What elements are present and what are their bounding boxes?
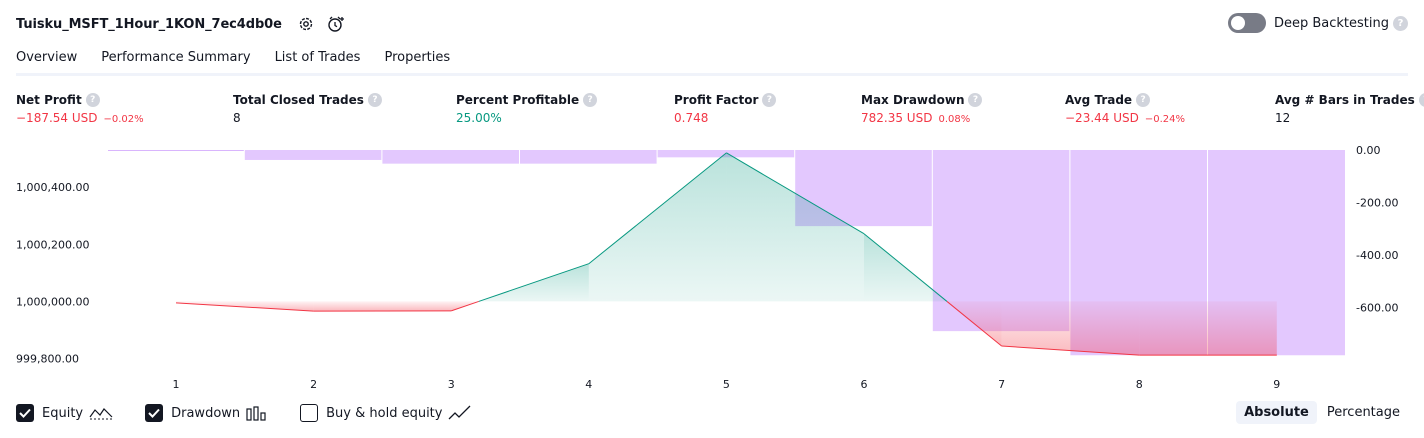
right-axis-tick-label: -600.00 — [1356, 302, 1398, 315]
metric-label: Avg # Bars in Trades — [1275, 93, 1415, 107]
info-icon[interactable]: ? — [1418, 93, 1424, 107]
buy-hold-line-icon — [448, 405, 472, 421]
drawdown-bar — [108, 150, 244, 151]
tab-overview[interactable]: Overview — [16, 46, 78, 76]
left-axis-tick-label: 1,000,200.00 — [16, 238, 89, 251]
x-axis-tick-label: 2 — [310, 378, 317, 391]
legend-equity[interactable]: Equity — [16, 404, 113, 422]
left-axis-tick-label: 1,000,000.00 — [16, 295, 89, 308]
x-axis-tick-label: 7 — [998, 378, 1005, 391]
left-axis-tick-label: 999,800.00 — [16, 353, 79, 366]
add-alert-clock-icon[interactable] — [326, 14, 346, 34]
right-axis-tick-label: -200.00 — [1356, 197, 1398, 210]
right-axis-tick-label: 0.00 — [1356, 144, 1381, 157]
value-mode-switch: Absolute Percentage — [1234, 401, 1408, 424]
metric-label: Max Drawdown — [861, 93, 965, 107]
x-axis-tick-label: 9 — [1273, 378, 1280, 391]
info-icon[interactable]: ? — [367, 93, 382, 107]
absolute-button[interactable]: Absolute — [1236, 401, 1317, 424]
metric-label: Total Closed Trades — [233, 93, 364, 107]
drawdown-checkbox[interactable] — [145, 404, 164, 422]
metric-value: 0.748 — [674, 111, 709, 125]
right-axis: 0.00 -200.00 -400.00 -600.00 — [1356, 144, 1398, 315]
x-axis: 1 2 3 4 5 6 7 8 9 — [173, 378, 1281, 391]
tab-properties[interactable]: Properties — [384, 46, 450, 76]
right-axis-tick-label: -400.00 — [1356, 249, 1398, 262]
x-axis-tick-label: 1 — [173, 378, 180, 391]
metric-value: −23.44 USD — [1065, 111, 1139, 125]
metric-max-drawdown: Max Drawdown? 782.35 USD 0.08% — [861, 93, 983, 125]
equity-fill-up — [588, 152, 727, 302]
metric-label: Percent Profitable — [456, 93, 580, 107]
chart-legend: Equity Drawdown Buy & hold equity — [16, 404, 504, 422]
info-icon[interactable]: ? — [762, 93, 777, 107]
equity-fill-down — [1139, 301, 1277, 356]
equity-line-icon — [89, 405, 113, 421]
metric-percent: −0.02% — [103, 114, 144, 125]
toggle-knob — [1230, 16, 1245, 30]
metric-label: Net Profit — [16, 93, 82, 107]
drawdown-bar — [382, 150, 519, 164]
metric-label: Profit Factor — [674, 93, 759, 107]
info-icon[interactable]: ? — [968, 93, 983, 107]
metric-value: 25.00% — [456, 111, 502, 125]
info-icon[interactable]: ? — [583, 93, 598, 107]
percentage-button[interactable]: Percentage — [1319, 401, 1408, 424]
strategy-title: Tuisku_MSFT_1Hour_1KON_7ec4db0e — [16, 16, 282, 32]
strategy-header: Tuisku_MSFT_1Hour_1KON_7ec4db0e — [16, 12, 346, 36]
drawdown-bar — [244, 150, 382, 160]
report-tabs: Overview Performance Summary List of Tra… — [16, 46, 474, 76]
metric-profit-factor: Profit Factor? 0.748 — [674, 93, 777, 125]
metric-label: Avg Trade — [1065, 93, 1133, 107]
tab-list-of-trades[interactable]: List of Trades — [275, 46, 361, 76]
legend-buy-hold[interactable]: Buy & hold equity — [300, 404, 472, 422]
metric-percent: 0.08% — [938, 114, 971, 125]
deep-backtesting-control: Deep Backtesting ? — [1227, 13, 1408, 33]
left-axis-tick-label: 1,000,400.00 — [16, 181, 89, 194]
metric-avg-bars-in-trades: Avg # Bars in Trades? 12 — [1275, 93, 1424, 125]
deep-backtesting-toggle[interactable] — [1227, 13, 1266, 33]
metric-value: 782.35 USD — [861, 111, 933, 125]
settings-gear-icon[interactable] — [296, 14, 316, 34]
drawdown-bars-icon — [246, 405, 268, 421]
x-axis-tick-label: 6 — [861, 378, 868, 391]
metric-percent: −0.24% — [1144, 114, 1186, 125]
equity-fill-down — [313, 301, 452, 312]
equity-drawdown-chart[interactable]: 999,800.00 1,000,000.00 1,000,200.00 1,000,… — [0, 140, 1424, 395]
info-icon[interactable]: ? — [1136, 93, 1151, 107]
metric-value: 12 — [1275, 111, 1291, 125]
tab-performance-summary[interactable]: Performance Summary — [101, 46, 250, 76]
x-axis-tick-label: 5 — [723, 378, 730, 391]
x-axis-tick-label: 8 — [1136, 378, 1143, 391]
drawdown-bar — [520, 150, 657, 164]
x-axis-tick-label: 3 — [448, 378, 455, 391]
metric-value: −187.54 USD — [16, 111, 98, 125]
buy-hold-checkbox[interactable] — [300, 404, 319, 422]
left-axis: 999,800.00 1,000,000.00 1,000,200.00 1,000,… — [16, 181, 89, 365]
metric-net-profit: Net Profit? −187.54 USD −0.02% — [16, 93, 144, 125]
legend-drawdown[interactable]: Drawdown — [145, 404, 268, 422]
equity-checkbox[interactable] — [16, 404, 34, 422]
metric-avg-trade: Avg Trade? −23.44 USD −0.24% — [1065, 93, 1185, 125]
tabs-divider — [16, 73, 1408, 76]
deep-backtesting-label: Deep Backtesting — [1273, 15, 1389, 31]
info-icon[interactable]: ? — [85, 93, 100, 107]
legend-label: Buy & hold equity — [326, 405, 443, 421]
legend-label: Equity — [42, 405, 84, 421]
help-icon[interactable]: ? — [1393, 15, 1408, 31]
x-axis-tick-label: 4 — [585, 378, 592, 391]
metric-total-closed-trades: Total Closed Trades? 8 — [233, 93, 382, 125]
metric-value: 8 — [233, 111, 241, 125]
legend-label: Drawdown — [171, 405, 241, 421]
metric-percent-profitable: Percent Profitable? 25.00% — [456, 93, 598, 125]
